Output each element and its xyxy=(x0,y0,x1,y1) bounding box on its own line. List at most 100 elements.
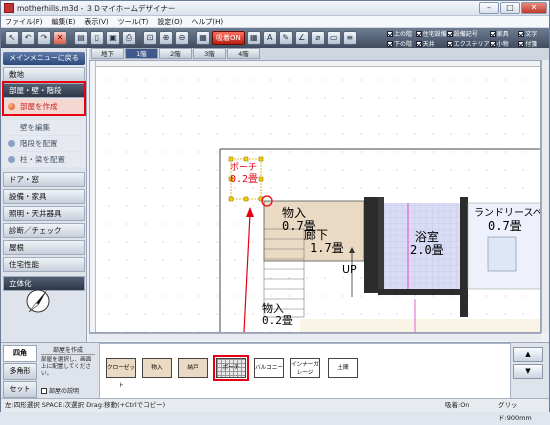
print-icon[interactable]: ⎙ xyxy=(122,31,136,45)
part-balcony[interactable]: バルコニー xyxy=(254,358,284,378)
filter-sticky-notes[interactable]: 付箋 xyxy=(518,39,547,48)
part-doma[interactable]: 土間 xyxy=(328,358,358,378)
room-description-checkbox[interactable]: 部屋の説明 xyxy=(41,386,79,395)
room-label-hallway[interactable]: 廊下 1.7畳 xyxy=(304,229,344,255)
part-closet[interactable]: クローゼット xyxy=(106,358,136,389)
part-porch[interactable]: ポーチ xyxy=(213,355,249,381)
checkbox-icon xyxy=(415,40,422,47)
maximize-button[interactable]: □ xyxy=(500,2,520,14)
sidebar-item-equipment-furniture[interactable]: 設備・家具 xyxy=(3,189,85,204)
room-label-storage-2[interactable]: 物入 0.2畳 xyxy=(262,303,293,327)
text-icon[interactable]: A xyxy=(262,31,277,45)
floor-plan-canvas[interactable]: ポーチ 0.2畳 物入 0.7畳 廊下 1.7畳 UP 浴室 2.0畳 ランドリ… xyxy=(89,60,541,333)
sidebar-item-place-pillars[interactable]: 柱・梁を配置 xyxy=(3,152,85,167)
save-icon[interactable]: ▣ xyxy=(106,31,120,45)
parts-title: 部屋を作成 xyxy=(41,345,95,355)
measure-icon[interactable]: ⌀ xyxy=(310,31,325,45)
filter-lower-floor[interactable]: 下の階 xyxy=(387,39,416,48)
room-area: 0.7畳 xyxy=(488,219,522,233)
checkbox-icon xyxy=(387,40,393,47)
filter-ceiling[interactable]: 天井 xyxy=(415,39,447,48)
redo-icon[interactable]: ↷ xyxy=(37,31,51,45)
zoom-in-icon[interactable]: ⊕ xyxy=(159,31,173,45)
menu-file[interactable]: ファイル(F) xyxy=(5,17,43,27)
checkbox-icon xyxy=(518,30,525,37)
back-to-main-menu-button[interactable]: メインメニューに戻る xyxy=(3,52,85,65)
open-folder-icon[interactable]: ▤ xyxy=(74,31,88,45)
undo-icon[interactable]: ↶ xyxy=(21,31,35,45)
sidebar-item-site[interactable]: 敷地 xyxy=(3,67,85,82)
window-title: motherhills.m3d - ３Ｄマイホームデザイナー xyxy=(17,3,176,13)
grid-toggle-icon[interactable]: ▦ xyxy=(196,31,210,45)
horizontal-scrollbar[interactable] xyxy=(89,333,541,341)
floor-tabs: 地下 1階 2階 3階 4階 xyxy=(89,48,549,60)
sidebar-item-doors-windows[interactable]: ドア・窓 xyxy=(3,172,85,187)
filter-exterior[interactable]: エクステリア xyxy=(446,39,490,48)
part-storage[interactable]: 物入 xyxy=(142,358,172,378)
sidebar-item-edit-wall[interactable]: 壁を編集 xyxy=(3,120,85,135)
sidebar-item-diagnosis[interactable]: 診断／チェック xyxy=(3,223,85,238)
tab-set[interactable]: セット xyxy=(3,381,37,398)
menu-help[interactable]: ヘルプ(H) xyxy=(191,17,223,27)
table-icon[interactable]: ▦ xyxy=(246,31,261,45)
menu-settings[interactable]: 設定(O) xyxy=(157,17,182,27)
menu-edit[interactable]: 編集(E) xyxy=(52,17,76,27)
filter-equipment-symbols[interactable]: 設備記号 xyxy=(446,29,490,38)
menu-view[interactable]: 表示(V) xyxy=(84,17,108,27)
stairs-dot-icon xyxy=(8,140,15,147)
room-name: ポーチ xyxy=(230,163,258,173)
status-grid: グリッド:900mm xyxy=(498,401,532,422)
minimize-button[interactable]: – xyxy=(479,2,499,14)
zoom-fit-icon[interactable]: ⊡ xyxy=(143,31,157,45)
delete-icon[interactable]: ✕ xyxy=(53,31,67,45)
highlight-room-menu-box xyxy=(2,81,86,116)
room-area: 2.0畳 xyxy=(410,243,444,257)
room-label-laundry[interactable]: ランドリースペース 0.7畳 xyxy=(474,207,540,233)
close-button[interactable]: ✕ xyxy=(521,2,547,14)
room-area: 0.2畳 xyxy=(262,314,293,327)
sidebar-item-place-stairs[interactable]: 階段を配置 xyxy=(3,136,85,151)
scroll-up-button[interactable]: ▲ xyxy=(513,347,543,362)
title-bar: motherhills.m3d - ３Ｄマイホームデザイナー – □ ✕ xyxy=(1,1,549,16)
select-arrow-icon[interactable]: ↖ xyxy=(5,31,19,45)
filter-text[interactable]: 文字 xyxy=(518,29,547,38)
scroll-down-button[interactable]: ▼ xyxy=(513,364,543,379)
filter-upper-floor[interactable]: 上の階 xyxy=(387,29,416,38)
checkbox-icon xyxy=(387,30,393,37)
filter-furniture[interactable]: 家具 xyxy=(489,29,519,38)
tab-rectangle[interactable]: 四角 xyxy=(3,345,37,362)
checkbox-icon xyxy=(518,40,525,47)
menu-tools[interactable]: ツール(T) xyxy=(118,17,149,27)
app-icon xyxy=(4,3,14,13)
sidebar-item-roof[interactable]: 屋根 xyxy=(3,240,85,255)
new-document-icon[interactable]: ▯ xyxy=(90,31,104,45)
line-icon[interactable]: ∠ xyxy=(294,31,309,45)
tab-floor-4[interactable]: 4階 xyxy=(227,48,260,59)
filter-accessories[interactable]: 小物 xyxy=(489,39,519,48)
zoom-out-icon[interactable]: ⊖ xyxy=(175,31,189,45)
sidebar-item-lighting[interactable]: 照明・天井器具 xyxy=(3,206,85,221)
tab-polygon[interactable]: 多角形 xyxy=(3,363,37,380)
snap-toggle-button[interactable]: 吸着ON xyxy=(212,31,245,45)
part-closet-room[interactable]: 納戸 xyxy=(178,358,208,378)
checkbox-icon xyxy=(489,40,496,47)
status-bar: 左:四形選択 SPACE:次選択 Drag:移動(+Ctrlでコピー) 吸着:O… xyxy=(1,398,549,422)
ruler-icon[interactable]: ▭ xyxy=(326,31,341,45)
tab-basement[interactable]: 地下 xyxy=(91,48,124,59)
room-label-porch[interactable]: ポーチ 0.2畳 xyxy=(230,162,258,186)
vertical-scrollbar[interactable] xyxy=(541,60,549,333)
layers-icon[interactable]: ≡ xyxy=(342,31,357,45)
filter-housing-equipment[interactable]: 住宅設備 xyxy=(415,29,447,38)
app-window: motherhills.m3d - ３Ｄマイホームデザイナー – □ ✕ ファイ… xyxy=(0,0,550,422)
pen-icon[interactable]: ✎ xyxy=(278,31,293,45)
tab-floor-1[interactable]: 1階 xyxy=(125,48,158,59)
tab-floor-2[interactable]: 2階 xyxy=(159,48,192,59)
checkbox-icon xyxy=(415,30,422,37)
parts-description: 部屋を選択し、画面上に配置してください。 xyxy=(41,357,92,377)
tab-floor-3[interactable]: 3階 xyxy=(193,48,226,59)
checkbox-icon xyxy=(41,387,47,394)
room-label-bathroom[interactable]: 浴室 2.0畳 xyxy=(410,231,444,257)
part-inner-garage[interactable]: インナーガレージ xyxy=(290,358,320,378)
parts-info: 部屋を作成 部屋を選択し、画面上に配置してください。 部屋の説明 xyxy=(39,343,97,397)
sidebar-item-house-performance[interactable]: 住宅性能 xyxy=(3,257,85,272)
